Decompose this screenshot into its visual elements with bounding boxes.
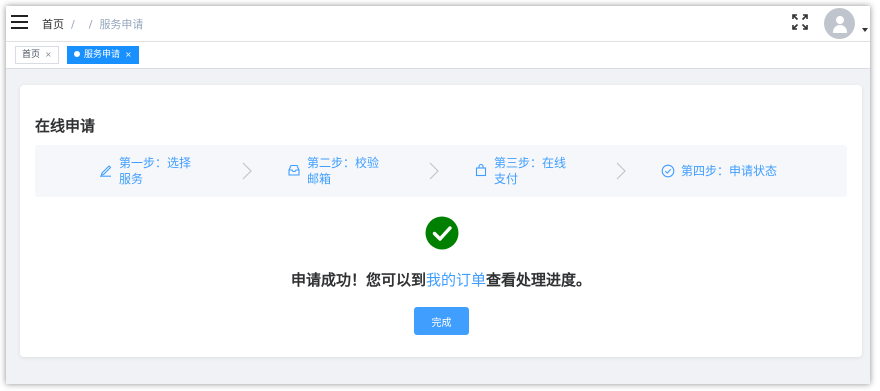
step-label: 邮箱 <box>307 172 332 186</box>
inbox-icon <box>288 164 300 176</box>
close-icon[interactable]: × <box>125 50 132 59</box>
apply-card: 在线申请 第一步：选择 服务 第二步：校验 邮箱 第三步：在线 支付 第四步：申… <box>20 85 862 357</box>
app-window: 首页 / / 服务申请 首页 × 服务申请 × 在线申请 第一步：选择 服务 第… <box>6 6 870 384</box>
navbar: 首页 / / 服务申请 <box>6 6 870 42</box>
user-icon <box>836 16 844 24</box>
result-suffix: 查看处理进度。 <box>486 271 592 289</box>
step-4[interactable]: 第四步：申请状态 <box>661 145 801 197</box>
my-orders-link[interactable]: 我的订单 <box>426 271 486 289</box>
step-label: 第四步：申请状态 <box>681 164 778 178</box>
tag-home[interactable]: 首页 × <box>15 46 59 64</box>
circle-check-icon <box>661 164 675 178</box>
tag-service-apply[interactable]: 服务申请 × <box>67 46 139 64</box>
steps-bar: 第一步：选择 服务 第二步：校验 邮箱 第三步：在线 支付 第四步：申请状态 <box>35 145 847 197</box>
success-check-icon <box>425 216 459 250</box>
tag-label: 首页 <box>22 50 41 60</box>
step-label: 第三步：在线 <box>494 156 567 170</box>
breadcrumb-separator: / <box>71 18 75 31</box>
chevron-right-icon <box>242 162 252 180</box>
done-button[interactable]: 完成 <box>414 307 469 335</box>
result-prefix: 申请成功！您可以到 <box>290 271 426 289</box>
step-3[interactable]: 第三步：在线 支付 <box>474 145 594 197</box>
result-message: 申请成功！您可以到我的订单查看处理进度。 <box>20 269 862 290</box>
fullscreen-icon[interactable] <box>792 14 808 30</box>
tag-label: 服务申请 <box>84 50 121 60</box>
step-label: 第二步：校验 <box>307 156 380 170</box>
step-1[interactable]: 第一步：选择 服务 <box>99 145 219 197</box>
tags-view: 首页 × 服务申请 × <box>6 42 870 69</box>
breadcrumb-separator: / <box>88 18 93 31</box>
active-dot-icon <box>74 51 80 57</box>
step-label: 支付 <box>494 172 519 186</box>
breadcrumb-current: 服务申请 <box>99 18 144 31</box>
step-label: 第一步：选择 <box>119 156 192 170</box>
edit-icon <box>100 165 112 177</box>
close-icon[interactable]: × <box>45 50 52 59</box>
chevron-right-icon <box>616 162 626 180</box>
step-label: 服务 <box>119 172 144 186</box>
step-2[interactable]: 第二步：校验 邮箱 <box>287 145 407 197</box>
bag-icon <box>475 163 487 177</box>
chevron-right-icon <box>429 162 439 180</box>
breadcrumb: 首页 / / 服务申请 <box>42 16 143 32</box>
main-content: 在线申请 第一步：选择 服务 第二步：校验 邮箱 第三步：在线 支付 第四步：申… <box>6 69 870 384</box>
caret-down-icon[interactable] <box>862 28 868 32</box>
avatar[interactable] <box>824 8 855 39</box>
hamburger-menu-icon[interactable] <box>11 15 28 29</box>
breadcrumb-home[interactable]: 首页 <box>42 18 64 31</box>
page-title: 在线申请 <box>35 117 96 135</box>
